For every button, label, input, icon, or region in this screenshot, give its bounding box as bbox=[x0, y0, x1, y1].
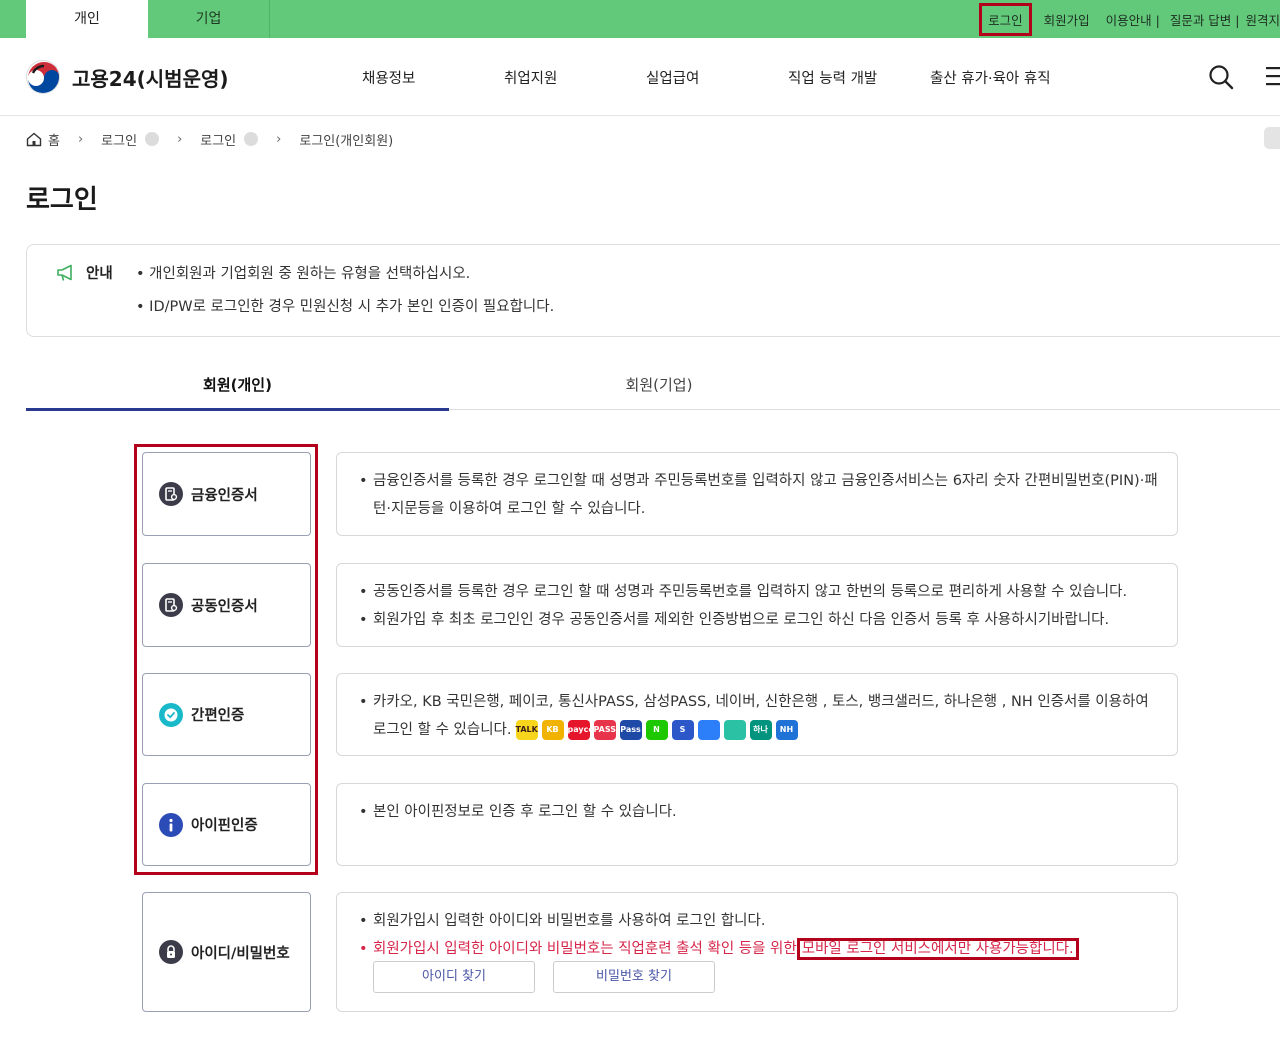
simple-auth-desc: 카카오, KB 국민은행, 페이코, 통신사PASS, 삼성PASS, 네이버,… bbox=[336, 673, 1178, 756]
home-icon[interactable] bbox=[26, 132, 42, 147]
tab-divider bbox=[269, 0, 270, 38]
breadcrumb-item-1[interactable]: 로그인 bbox=[101, 130, 137, 149]
chevron-right-icon: › bbox=[177, 131, 183, 147]
naver-icon: N bbox=[645, 720, 668, 740]
print-icon[interactable] bbox=[1264, 127, 1280, 149]
kakao-icon: TALK bbox=[515, 720, 538, 740]
tab-member-corporate[interactable]: 회원(기업) bbox=[449, 372, 869, 410]
nav-unemployment-benefit[interactable]: 실업급여 bbox=[646, 67, 699, 88]
page-title: 로그인 bbox=[26, 185, 98, 215]
id-password-desc: 회원가입시 입력한 아이디와 비밀번호를 사용하여 로그인 합니다. 회원가입시… bbox=[336, 892, 1178, 1012]
nh-icon: NH bbox=[775, 720, 798, 740]
breadcrumb-item-2[interactable]: 로그인 bbox=[200, 130, 236, 149]
logo-emblem-icon bbox=[26, 60, 60, 94]
notice-line-1: • 개인회원과 기업회원 중 원하는 유형을 선택하십시오. bbox=[136, 266, 471, 282]
login-link[interactable]: 로그인 bbox=[979, 2, 1032, 36]
desc-text: 회원가입 후 최초 로그인인 경우 공동인증서를 제외한 인증방법으로 로그인 … bbox=[359, 606, 1159, 634]
kb-icon: KB bbox=[541, 720, 564, 740]
nav-jobs[interactable]: 채용정보 bbox=[362, 67, 415, 88]
joint-certificate-desc: 공동인증서를 등록한 경우 로그인 할 때 성명과 주민등록번호를 입력하지 않… bbox=[336, 563, 1178, 647]
chevron-right-icon: › bbox=[77, 131, 84, 147]
notice-box bbox=[26, 244, 1280, 337]
desc-text: 회원가입시 입력한 아이디와 비밀번호를 사용하여 로그인 합니다. bbox=[359, 907, 1159, 935]
nav-parental-leave[interactable]: 출산 휴가·육아 휴직 bbox=[930, 67, 1051, 88]
tab-personal[interactable]: 개인 bbox=[26, 0, 148, 38]
notice-line-2: • ID/PW로 로그인한 경우 민원신청 시 추가 본인 인증이 필요합니다. bbox=[136, 299, 555, 315]
banksalad-icon bbox=[723, 720, 746, 740]
signup-link[interactable]: 회원가입 bbox=[1044, 10, 1090, 29]
remote-link[interactable]: 원격지 bbox=[1245, 10, 1280, 29]
warning-text: 회원가입시 입력한 아이디와 비밀번호는 직업훈련 출석 확인 등을 위한모바일… bbox=[359, 935, 1159, 963]
utility-links: 로그인 회원가입 이용안내 | 질문과 답변 | 원격지 bbox=[979, 0, 1280, 38]
breadcrumb-item-3: 로그인(개인회원) bbox=[299, 133, 394, 149]
option-label: 아이디/비밀번호 bbox=[191, 945, 290, 962]
desc-text: 카카오, KB 국민은행, 페이코, 통신사PASS, 삼성PASS, 네이버,… bbox=[359, 688, 1159, 744]
samsung-pass-icon: Pass bbox=[619, 720, 642, 740]
desc-text: 본인 아이핀정보로 인증 후 로그인 할 수 있습니다. bbox=[359, 798, 1159, 826]
lock-icon bbox=[159, 940, 183, 964]
shinhan-icon: S bbox=[671, 720, 694, 740]
tab-active-indicator bbox=[26, 408, 449, 411]
toss-icon bbox=[697, 720, 720, 740]
breadcrumb-home[interactable]: 홈 bbox=[48, 130, 60, 149]
megaphone-icon bbox=[56, 264, 76, 282]
pass-icon: PASS bbox=[593, 720, 616, 740]
notice-title: 안내 bbox=[86, 266, 113, 282]
find-id-button[interactable]: 아이디 찾기 bbox=[373, 961, 535, 993]
logo-text: 고용24(시범운영) bbox=[72, 66, 229, 91]
site-logo[interactable]: 고용24(시범운영) bbox=[26, 60, 229, 94]
highlight-frame bbox=[134, 444, 318, 875]
payco-icon: payco bbox=[567, 720, 594, 740]
breadcrumb-dropdown-icon[interactable] bbox=[244, 132, 259, 146]
nav-skill-development[interactable]: 직업 능력 개발 bbox=[788, 67, 877, 88]
ipin-auth-desc: 본인 아이핀정보로 인증 후 로그인 할 수 있습니다. bbox=[336, 783, 1178, 866]
tab-corporate[interactable]: 기업 bbox=[148, 0, 269, 38]
search-icon[interactable] bbox=[1208, 64, 1234, 94]
id-password-button[interactable]: 아이디/비밀번호 bbox=[142, 892, 311, 1012]
financial-certificate-desc: 금융인증서를 등록한 경우 로그인할 때 성명과 주민등록번호를 입력하지 않고… bbox=[336, 452, 1178, 536]
notice-label: 안내 bbox=[56, 262, 113, 283]
top-bar: 개인 기업 로그인 회원가입 이용안내 | 질문과 답변 | 원격지 bbox=[0, 0, 1280, 38]
breadcrumb-dropdown-icon[interactable] bbox=[145, 132, 160, 146]
easy-auth-icons: TALK KB payco PASS Pass N S 하나 NH bbox=[515, 720, 802, 740]
site-header: 고용24(시범운영) 채용정보 취업지원 실업급여 직업 능력 개발 출산 휴가… bbox=[0, 38, 1280, 116]
hana-icon: 하나 bbox=[749, 720, 772, 740]
faq-link[interactable]: 질문과 답변 | bbox=[1170, 10, 1240, 29]
menu-icon[interactable] bbox=[1264, 64, 1280, 92]
desc-text: 공동인증서를 등록한 경우 로그인 할 때 성명과 주민등록번호를 입력하지 않… bbox=[359, 578, 1159, 606]
warning-prefix: 회원가입시 입력한 아이디와 비밀번호는 직업훈련 출석 확인 등을 위한 bbox=[373, 941, 797, 957]
nav-employment-support[interactable]: 취업지원 bbox=[504, 67, 557, 88]
chevron-right-icon: › bbox=[276, 131, 282, 147]
find-password-button[interactable]: 비밀번호 찾기 bbox=[553, 961, 715, 993]
desc-text: 금융인증서를 등록한 경우 로그인할 때 성명과 주민등록번호를 입력하지 않고… bbox=[359, 467, 1159, 523]
breadcrumb: 홈 › 로그인 › 로그인 › 로그인(개인회원) bbox=[26, 130, 394, 149]
tab-member-personal[interactable]: 회원(개인) bbox=[26, 372, 449, 410]
guide-link[interactable]: 이용안내 | bbox=[1106, 10, 1160, 29]
warning-highlight: 모바일 로그인 서비스에서만 사용가능합니다. bbox=[796, 938, 1079, 960]
